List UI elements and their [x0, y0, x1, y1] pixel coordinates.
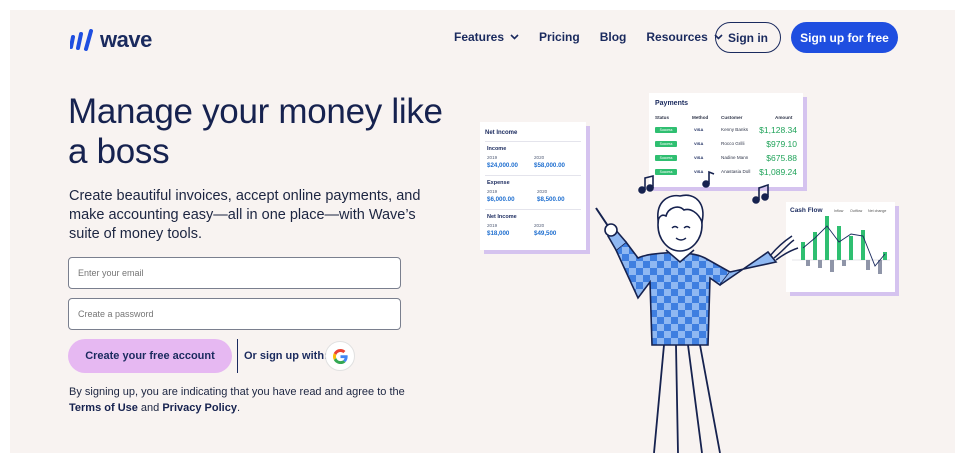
- net-year-2: 2020: [534, 223, 545, 228]
- google-icon: [332, 348, 348, 364]
- left-hand: [604, 223, 618, 237]
- hero-subtitle: Create beautiful invoices, accept online…: [69, 188, 421, 242]
- wave-logo-icon: [70, 29, 93, 51]
- main-nav: Features Pricing Blog Resources: [454, 30, 723, 44]
- visa-icon: VISA: [694, 127, 704, 132]
- legend-net-change: Net change: [868, 209, 887, 213]
- income-label: Income: [487, 146, 507, 152]
- legs: [653, 344, 721, 453]
- nav-blog-label: Blog: [599, 30, 627, 44]
- wave-logo[interactable]: wave: [70, 27, 152, 53]
- outflow-bar: [842, 260, 846, 266]
- chevron-down-icon: [510, 34, 519, 40]
- payment-row: Success VISA Rocco Grilli $979.10: [649, 138, 803, 152]
- outflow-bar: [830, 260, 834, 272]
- hero-title: Manage your money like a boss: [68, 92, 443, 171]
- nav-features[interactable]: Features: [454, 30, 519, 44]
- nav-resources-label: Resources: [646, 30, 708, 44]
- income-year-2: 2020: [534, 155, 545, 160]
- nav-pricing-label: Pricing: [539, 30, 580, 44]
- outflow-bar: [866, 260, 870, 270]
- sign-in-button[interactable]: Sign in: [715, 22, 781, 53]
- card-divider: [485, 209, 581, 210]
- col-method: Method: [692, 115, 709, 120]
- payments-title: Payments: [655, 100, 689, 107]
- inflow-bar: [825, 216, 829, 260]
- net-value-1: $18,000: [487, 230, 510, 237]
- net-income-title: Net Income: [485, 130, 518, 136]
- logo-text: wave: [100, 27, 152, 52]
- legal-and: and: [137, 402, 163, 414]
- legal-notice: By signing up, you are indicating that y…: [69, 384, 414, 416]
- payment-row: Success VISA Kenny Banks $1,128.34: [649, 124, 803, 138]
- music-note-icon: [702, 180, 710, 188]
- income-value-1: $24,000.00: [487, 162, 518, 169]
- email-input[interactable]: [68, 257, 401, 289]
- income-value-2: $58,000.00: [534, 162, 565, 169]
- expense-value-1: $6,000.00: [487, 196, 515, 203]
- music-note-icon: [761, 193, 769, 201]
- inflow-bar: [861, 230, 865, 260]
- music-note-icon: [646, 184, 654, 192]
- status-badge: Success: [655, 127, 677, 133]
- payment-row: Success VISA Nadine Mann $675.88: [649, 152, 803, 166]
- net-income-card: Net Income Income 2019 2020 $24,000.00 $…: [480, 122, 586, 250]
- expense-label: Expense: [487, 180, 510, 186]
- card-divider: [485, 175, 581, 176]
- form-divider: [237, 339, 238, 373]
- net-income-label: Net Income: [487, 214, 517, 220]
- nav-blog[interactable]: Blog: [600, 30, 627, 44]
- nav-resources[interactable]: Resources: [646, 30, 723, 44]
- nav-features-label: Features: [454, 30, 505, 44]
- legend-outflow: Outflow: [850, 209, 863, 213]
- music-note-icon: [638, 186, 646, 194]
- create-account-button[interactable]: Create your free account: [68, 339, 232, 373]
- card-divider: [485, 141, 581, 142]
- terms-of-use-link[interactable]: Terms of Use: [69, 402, 138, 414]
- status-badge: Success: [655, 155, 677, 161]
- music-notes: [638, 170, 769, 204]
- visa-icon: VISA: [694, 155, 704, 160]
- password-input[interactable]: [68, 298, 401, 330]
- conductor-illustration: [595, 170, 799, 453]
- payment-amount: $1,128.34: [759, 125, 797, 135]
- inflow-bar: [849, 236, 853, 260]
- customer-name: Kenny Banks: [721, 127, 749, 132]
- legal-prefix: By signing up, you are indicating that y…: [69, 386, 405, 398]
- sweater: [615, 240, 732, 346]
- google-signup-button[interactable]: [325, 341, 355, 371]
- expense-year-1: 2019: [487, 189, 498, 194]
- col-amount: Amount: [775, 115, 793, 120]
- inflow-bar: [837, 226, 841, 260]
- landing-page: wave Features Pricing Blog Resources Sig…: [10, 10, 955, 453]
- customer-name: Rocco Grilli: [721, 141, 745, 146]
- visa-icon: VISA: [694, 141, 704, 146]
- privacy-policy-link[interactable]: Privacy Policy: [162, 402, 237, 414]
- right-arm: [719, 250, 778, 286]
- payment-amount: $979.10: [766, 139, 797, 149]
- income-year-1: 2019: [487, 155, 498, 160]
- legend-inflow: Inflow: [834, 209, 844, 213]
- status-badge: Success: [655, 141, 677, 147]
- nav-pricing[interactable]: Pricing: [539, 30, 580, 44]
- music-note-icon: [752, 196, 760, 204]
- net-year-1: 2019: [487, 223, 498, 228]
- net-value-2: $49,500: [534, 230, 557, 237]
- legal-suffix: .: [236, 402, 241, 414]
- sign-up-free-button[interactable]: Sign up for free: [791, 22, 898, 53]
- customer-name: Nadine Mann: [721, 155, 749, 160]
- col-customer: Customer: [721, 115, 743, 120]
- col-status: Status: [655, 115, 670, 120]
- or-sign-up-label: Or sign up with:: [244, 350, 328, 362]
- expense-year-2: 2020: [537, 189, 548, 194]
- right-hand: [769, 235, 799, 261]
- payment-amount: $675.88: [766, 153, 797, 163]
- expense-value-2: $8,500.00: [537, 196, 565, 203]
